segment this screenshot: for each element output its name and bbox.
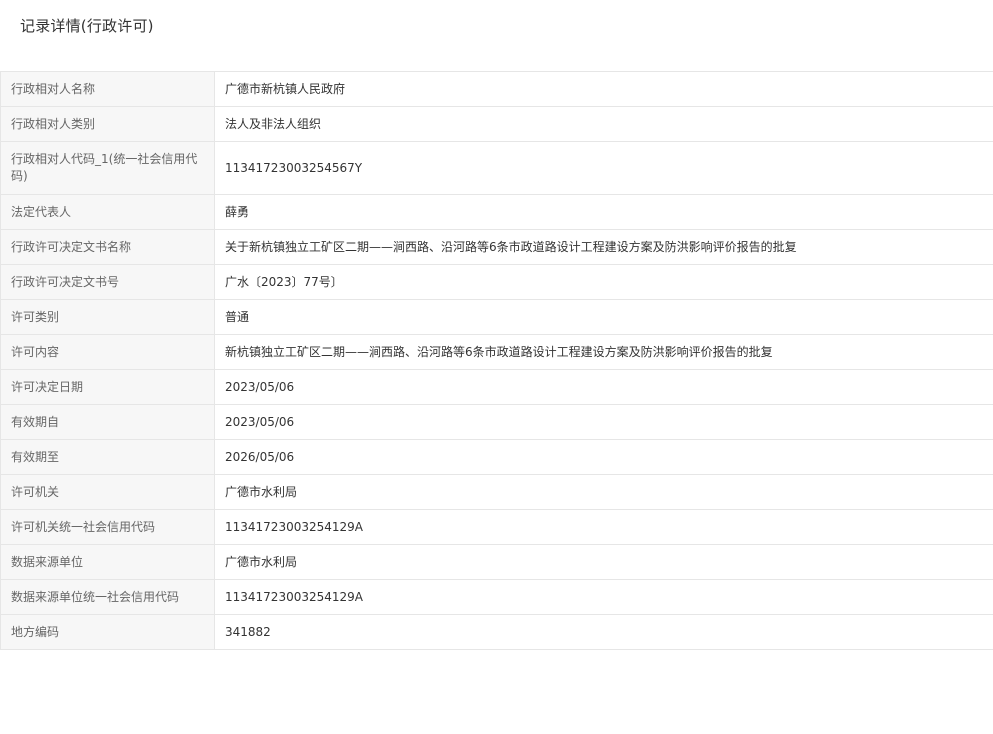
row-label-legal-representative: 法定代表人 [0,194,215,230]
row-label-licensing-authority: 许可机关 [0,474,215,510]
table-row: 法定代表人 薛勇 [0,194,993,230]
row-label-license-category: 许可类别 [0,299,215,335]
page-title: 记录详情(行政许可) [20,17,154,35]
table-row: 行政许可决定文书号 广水〔2023〕77号〕 [0,264,993,300]
row-label-credit-code: 行政相对人代码_1(统一社会信用代码) [0,141,215,195]
table-row: 许可决定日期 2023/05/06 [0,369,993,405]
table-row: 许可类别 普通 [0,299,993,335]
table-row: 许可机关统一社会信用代码 11341723003254129A [0,509,993,545]
row-value-decision-document-number: 广水〔2023〕77号〕 [214,264,993,300]
row-label-decision-document-name: 行政许可决定文书名称 [0,229,215,265]
table-row: 地方编码 341882 [0,614,993,650]
row-value-data-source-credit-code: 11341723003254129A [214,579,993,615]
row-value-data-source-unit: 广德市水利局 [214,544,993,580]
row-value-decision-document-name: 关于新杭镇独立工矿区二期——涧西路、沿河路等6条市政道路设计工程建设方案及防洪影… [214,229,993,265]
row-label-authority-credit-code: 许可机关统一社会信用代码 [0,509,215,545]
row-value-legal-representative: 薛勇 [214,194,993,230]
row-label-decision-document-number: 行政许可决定文书号 [0,264,215,300]
table-row: 行政相对人代码_1(统一社会信用代码) 11341723003254567Y [0,141,993,195]
row-value-local-code: 341882 [214,614,993,650]
row-value-license-content: 新杭镇独立工矿区二期——涧西路、沿河路等6条市政道路设计工程建设方案及防洪影响评… [214,334,993,370]
table-row: 有效期自 2023/05/06 [0,404,993,440]
row-label-administrative-party-name: 行政相对人名称 [0,71,215,107]
table-row: 行政相对人名称 广德市新杭镇人民政府 [0,71,993,107]
row-value-license-category: 普通 [214,299,993,335]
row-value-valid-to: 2026/05/06 [214,439,993,475]
row-label-data-source-credit-code: 数据来源单位统一社会信用代码 [0,579,215,615]
table-row: 有效期至 2026/05/06 [0,439,993,475]
row-value-administrative-party-type: 法人及非法人组织 [214,106,993,142]
row-value-administrative-party-name: 广德市新杭镇人民政府 [214,71,993,107]
table-row: 许可内容 新杭镇独立工矿区二期——涧西路、沿河路等6条市政道路设计工程建设方案及… [0,334,993,370]
row-value-valid-from: 2023/05/06 [214,404,993,440]
row-value-authority-credit-code: 11341723003254129A [214,509,993,545]
row-label-decision-date: 许可决定日期 [0,369,215,405]
row-label-administrative-party-type: 行政相对人类别 [0,106,215,142]
row-value-licensing-authority: 广德市水利局 [214,474,993,510]
table-row: 行政相对人类别 法人及非法人组织 [0,106,993,142]
record-detail-table: 行政相对人名称 广德市新杭镇人民政府 行政相对人类别 法人及非法人组织 行政相对… [0,71,993,650]
row-label-valid-to: 有效期至 [0,439,215,475]
row-label-local-code: 地方编码 [0,614,215,650]
row-label-license-content: 许可内容 [0,334,215,370]
table-row: 许可机关 广德市水利局 [0,474,993,510]
row-label-data-source-unit: 数据来源单位 [0,544,215,580]
row-value-decision-date: 2023/05/06 [214,369,993,405]
row-value-credit-code: 11341723003254567Y [214,141,993,195]
table-row: 行政许可决定文书名称 关于新杭镇独立工矿区二期——涧西路、沿河路等6条市政道路设… [0,229,993,265]
row-label-valid-from: 有效期自 [0,404,215,440]
table-row: 数据来源单位 广德市水利局 [0,544,993,580]
table-row: 数据来源单位统一社会信用代码 11341723003254129A [0,579,993,615]
